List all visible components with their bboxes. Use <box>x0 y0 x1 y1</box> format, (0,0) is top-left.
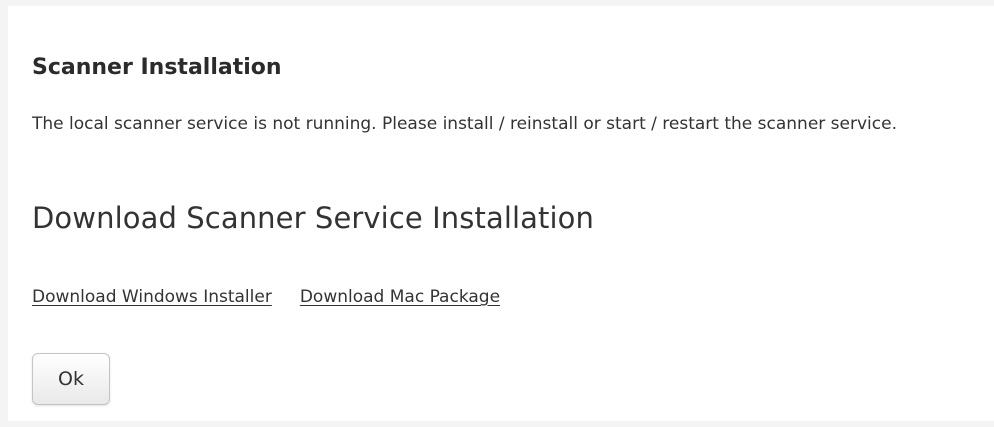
download-section-heading: Download Scanner Service Installation <box>32 201 594 235</box>
dialog-title: Scanner Installation <box>32 55 282 80</box>
download-links: Download Windows Installer Download Mac P… <box>32 284 500 310</box>
download-mac-package-link[interactable]: Download Mac Package <box>300 287 500 307</box>
dialog-message: The local scanner service is not running… <box>32 114 897 134</box>
download-windows-installer-link[interactable]: Download Windows Installer <box>32 287 272 307</box>
ok-button[interactable]: Ok <box>32 353 110 405</box>
scanner-installation-dialog: Scanner Installation The local scanner s… <box>8 6 994 421</box>
